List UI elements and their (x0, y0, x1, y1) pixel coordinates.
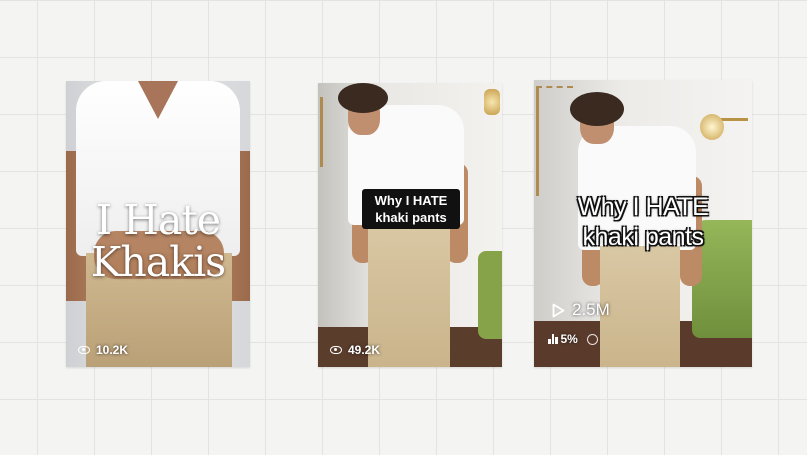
engagement-stat: 5% (548, 332, 598, 346)
eye-icon (78, 346, 90, 354)
thumbnail-chair (478, 251, 502, 339)
thumbnail-wall-decor (320, 97, 343, 167)
view-count: 49.2K (330, 343, 380, 357)
video-card-2[interactable]: Why I HATE khaki pants 49.2K (318, 83, 502, 367)
thumbnail-pants (368, 223, 450, 367)
thumbnail-hair (338, 83, 388, 113)
video-caption-overlay: Why I HATE khaki pants (577, 193, 709, 251)
view-count-value: 49.2K (348, 343, 381, 357)
eye-icon (330, 346, 342, 354)
video-card-1[interactable]: I Hate Khakis 10.2K (66, 81, 250, 367)
view-count: 10.2K (78, 343, 128, 357)
video-caption-overlay: Why I HATE khaki pants (362, 189, 460, 229)
bar-chart-icon (548, 334, 558, 344)
video-title-overlay: I Hate Khakis (90, 196, 226, 286)
engagement-percent: 5% (560, 332, 578, 346)
play-count-value: 2.5M (572, 300, 610, 319)
thumbnail-pants (600, 246, 680, 367)
info-icon[interactable] (586, 333, 598, 345)
thumbnail-lamp (484, 89, 500, 115)
view-count-value: 10.2K (96, 343, 129, 357)
thumbnail-hair (570, 92, 624, 126)
thumbnail-lamp (700, 114, 724, 140)
play-icon (552, 303, 565, 318)
thumbnail-wall-decor (536, 86, 573, 196)
video-card-3[interactable]: Why I HATE khaki pants 2.5M 5% (534, 80, 752, 367)
play-count: 2.5M (552, 300, 610, 320)
